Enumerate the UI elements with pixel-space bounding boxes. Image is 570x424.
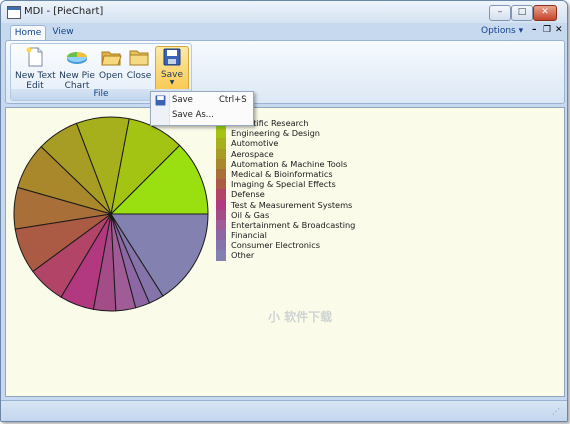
menu-item-save-label: Save <box>172 95 193 105</box>
legend-swatch <box>216 219 226 231</box>
save-split-button[interactable]: Save ▼ <box>155 46 189 92</box>
chevron-down-icon: ▾ <box>518 26 524 36</box>
close-button[interactable]: ✕ <box>533 5 557 21</box>
title-bar: MDI - [PieChart] – □ ✕ <box>1 1 567 23</box>
legend-swatch <box>216 158 226 169</box>
ribbon: New Text Edit New Pie Chart Open Close S… <box>5 40 565 104</box>
minimize-button[interactable]: – <box>489 5 511 21</box>
app-icon[interactable] <box>7 6 21 19</box>
legend-swatch <box>216 250 226 261</box>
open-button[interactable]: Open <box>98 46 124 90</box>
legend-label: Aerospace <box>231 148 274 159</box>
tab-view[interactable]: View <box>50 25 76 40</box>
pie-chart-icon <box>67 52 87 64</box>
legend-swatch <box>216 189 226 200</box>
maximize-button[interactable]: □ <box>511 5 533 21</box>
floppy-disk-icon <box>163 48 181 66</box>
pie-chart <box>13 116 209 312</box>
open-label: Open <box>98 71 124 81</box>
save-dropdown-menu: Save Ctrl+S Save As... <box>150 91 254 126</box>
legend-swatch <box>216 199 226 210</box>
status-bar: ⋰ <box>1 400 567 421</box>
legend-swatch <box>216 138 226 149</box>
menu-item-save-as[interactable]: Save As... <box>152 108 252 123</box>
new-text-edit-button[interactable]: New Text Edit <box>15 46 56 91</box>
window-title: MDI - [PieChart] <box>24 6 104 17</box>
mdi-close-button[interactable]: ✕ <box>555 25 563 35</box>
new-pie-chart-button[interactable]: New Pie Chart <box>57 46 97 91</box>
legend-label: Test & Measurement Systems <box>231 199 353 210</box>
options-label: Options <box>481 26 516 36</box>
legend-swatch <box>216 209 226 220</box>
menu-item-save[interactable]: Save Ctrl+S <box>152 93 252 108</box>
application-window: MDI - [PieChart] – □ ✕ Home View Options… <box>0 0 568 422</box>
resize-grip-icon[interactable]: ⋰ <box>552 407 562 417</box>
watermark: 小 软件下载 <box>268 310 333 324</box>
legend-label: Other <box>231 250 255 261</box>
legend-label: Consumer Electronics <box>231 240 320 251</box>
menu-item-save-as-label: Save As... <box>172 110 214 120</box>
legend-label: Oil & Gas <box>231 209 270 220</box>
legend-swatch <box>216 128 226 139</box>
legend-swatch <box>216 240 226 251</box>
ribbon-tab-bar: Home View Options ▾ – ❐ ✕ <box>1 23 567 41</box>
mdi-minimize-button[interactable]: – <box>532 25 537 35</box>
new-pie-chart-label: New Pie Chart <box>59 71 95 91</box>
legend-label: Imaging & Special Effects <box>231 179 336 190</box>
legend-label: Automotive <box>231 138 279 149</box>
pie-chart-document: Scientific Research Engineering & Design A… <box>5 107 565 397</box>
options-menu[interactable]: Options ▾ <box>481 26 523 36</box>
close-file-button[interactable]: Close <box>125 46 153 90</box>
legend-label: Defense <box>231 189 265 200</box>
open-folder-icon <box>101 51 122 66</box>
new-document-icon <box>26 47 43 67</box>
menu-item-save-shortcut: Ctrl+S <box>219 95 247 105</box>
legend-label: Engineering & Design <box>231 128 320 139</box>
new-text-edit-label: New Text Edit <box>15 71 56 91</box>
legend-label: Financial <box>231 230 267 241</box>
legend-swatch <box>216 230 226 241</box>
mdi-restore-button[interactable]: ❐ <box>543 25 551 35</box>
chevron-down-icon[interactable]: ▼ <box>156 80 188 86</box>
legend-swatch <box>216 148 226 159</box>
floppy-disk-icon <box>155 95 166 106</box>
tab-home[interactable]: Home <box>10 25 46 41</box>
legend-label: Medical & Bioinformatics <box>231 168 333 179</box>
legend-label: Entertainment & Broadcasting <box>231 219 356 230</box>
legend-label: Automation & Machine Tools <box>231 158 348 169</box>
legend-swatch <box>216 179 226 190</box>
close-label: Close <box>126 71 152 81</box>
legend-swatch <box>216 168 226 180</box>
close-folder-icon <box>129 50 149 66</box>
